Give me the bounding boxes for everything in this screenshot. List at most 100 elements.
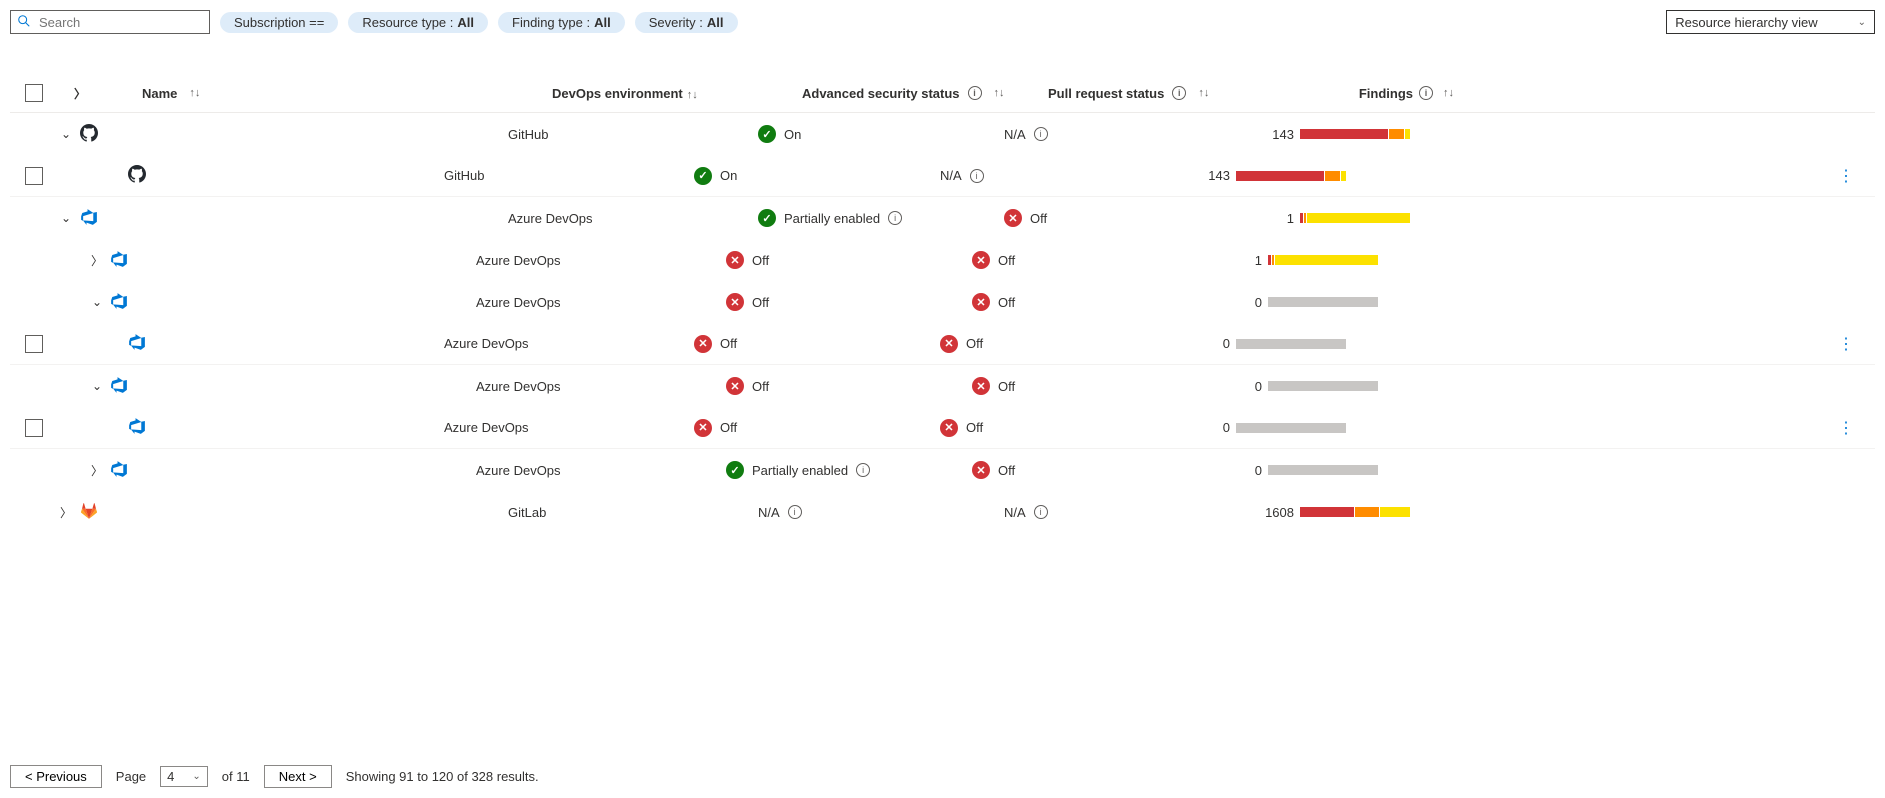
page-select[interactable]: 4 ⌄ [160, 766, 208, 787]
table-row[interactable]: 〉Azure DevOps✓Partially enabledi✕Off0 [10, 449, 1875, 491]
chevron-right-icon[interactable]: 〉 [90, 252, 104, 269]
info-icon[interactable]: i [970, 169, 984, 183]
chevron-down-icon[interactable]: ⌄ [58, 211, 74, 225]
table-row[interactable]: ⌄Azure DevOps✕Off✕Off0 [10, 365, 1875, 407]
table-row[interactable]: 〉Azure DevOps✕Off✕Off1 [10, 239, 1875, 281]
pr-status-cell: ✕Off [972, 461, 1218, 479]
filter-severity[interactable]: Severity : All [635, 12, 738, 33]
info-icon[interactable]: i [1034, 127, 1048, 141]
info-icon[interactable]: i [856, 463, 870, 477]
select-all-checkbox[interactable] [25, 84, 43, 102]
findings-cell: 1 [1250, 211, 1410, 226]
github-icon [128, 165, 146, 186]
info-icon[interactable]: i [1419, 86, 1433, 100]
sort-icon: ↑↓ [994, 87, 1005, 99]
findings-cell: 0 [1186, 336, 1346, 351]
security-status-cell: ✕Off [694, 335, 940, 353]
status-on-icon: ✓ [758, 125, 776, 143]
expand-all-toggle[interactable]: 〉 [72, 85, 88, 102]
info-icon[interactable]: i [888, 211, 902, 225]
column-header-findings[interactable]: Findings i ↑↓ [1294, 86, 1454, 101]
page-of-label: of 11 [222, 769, 250, 784]
env-cell: GitHub [444, 168, 694, 183]
security-status-cell: ✓Partially enabledi [758, 209, 1004, 227]
filter-resource-type[interactable]: Resource type : All [348, 12, 488, 33]
status-on-icon: ✓ [726, 461, 744, 479]
env-cell: Azure DevOps [476, 295, 726, 310]
info-icon[interactable]: i [968, 86, 982, 100]
info-icon[interactable]: i [1172, 86, 1186, 100]
table-row[interactable]: 〉GitLabN/AiN/Ai1608 [10, 491, 1875, 533]
search-input-wrapper[interactable] [10, 10, 210, 34]
showing-label: Showing 91 to 120 of 328 results. [346, 769, 539, 784]
env-cell: GitHub [508, 127, 758, 142]
github-icon [80, 124, 98, 145]
row-checkbox[interactable] [25, 419, 43, 437]
chevron-right-icon[interactable]: 〉 [58, 504, 74, 521]
filter-finding-type[interactable]: Finding type : All [498, 12, 625, 33]
row-checkbox[interactable] [25, 167, 43, 185]
page-label: Page [116, 769, 146, 784]
findings-cell: 143 [1186, 168, 1346, 183]
pr-status-cell: N/Ai [1004, 127, 1250, 142]
findings-bar [1268, 381, 1378, 391]
column-header-pr[interactable]: Pull request status i ↑↓ [1048, 86, 1294, 101]
pr-status-cell: ✕Off [972, 293, 1218, 311]
more-menu-button[interactable]: ⋮ [1838, 166, 1855, 186]
findings-cell: 0 [1218, 295, 1378, 310]
security-status-cell: ✕Off [694, 419, 940, 437]
security-status-cell: ✓Partially enabledi [726, 461, 972, 479]
status-off-icon: ✕ [972, 461, 990, 479]
sort-icon: ↑↓ [189, 87, 200, 99]
table-row[interactable]: ⌄Azure DevOps✕Off✕Off0 [10, 281, 1875, 323]
table-row[interactable]: GitHub✓OnN/Ai143⋮ [10, 155, 1875, 197]
table-row[interactable]: ⌄Azure DevOps✓Partially enabledi✕Off1 [10, 197, 1875, 239]
filter-subscription[interactable]: Subscription == [220, 12, 338, 33]
findings-bar [1300, 213, 1410, 223]
pr-status-cell: N/Ai [940, 168, 1186, 183]
filter-finding-type-value: All [594, 15, 611, 30]
pr-status-cell: ✕Off [972, 251, 1218, 269]
chevron-down-icon[interactable]: ⌄ [58, 127, 74, 141]
chevron-down-icon[interactable]: ⌄ [90, 379, 104, 393]
gitlab-icon [80, 502, 98, 523]
search-icon [17, 14, 31, 31]
findings-bar [1300, 129, 1410, 139]
status-off-icon: ✕ [972, 377, 990, 395]
findings-cell: 143 [1250, 127, 1410, 142]
findings-bar [1236, 423, 1346, 433]
column-header-security[interactable]: Advanced security status i ↑↓ [802, 86, 1048, 101]
env-cell: Azure DevOps [476, 379, 726, 394]
chevron-right-icon[interactable]: 〉 [90, 462, 104, 479]
findings-bar [1236, 171, 1346, 181]
info-icon[interactable]: i [788, 505, 802, 519]
previous-button[interactable]: < Previous [10, 765, 102, 788]
sort-icon: ↑↓ [687, 89, 698, 101]
sort-icon: ↑↓ [1443, 87, 1454, 99]
status-off-icon: ✕ [726, 293, 744, 311]
findings-bar [1268, 255, 1378, 265]
security-status-cell: ✓On [758, 125, 1004, 143]
search-input[interactable] [37, 14, 217, 31]
findings-bar [1268, 297, 1378, 307]
chevron-down-icon[interactable]: ⌄ [90, 295, 104, 309]
column-header-env[interactable]: DevOps environment↑↓ [552, 86, 802, 101]
findings-cell: 1608 [1250, 505, 1410, 520]
more-menu-button[interactable]: ⋮ [1838, 334, 1855, 354]
ado-icon [110, 376, 128, 397]
more-menu-button[interactable]: ⋮ [1838, 418, 1855, 438]
view-dropdown[interactable]: Resource hierarchy view ⌄ [1666, 10, 1875, 34]
filter-severity-value: All [707, 15, 724, 30]
pr-status-cell: ✕Off [972, 377, 1218, 395]
column-header-name[interactable]: Name↑↓ [102, 86, 552, 101]
info-icon[interactable]: i [1034, 505, 1048, 519]
next-button[interactable]: Next > [264, 765, 332, 788]
security-status-cell: ✕Off [726, 377, 972, 395]
table-row[interactable]: Azure DevOps✕Off✕Off0⋮ [10, 407, 1875, 449]
findings-bar [1268, 465, 1378, 475]
table-row[interactable]: ⌄ GitHub✓OnN/Ai143 [10, 113, 1875, 155]
ado-icon [110, 460, 128, 481]
row-checkbox[interactable] [25, 335, 43, 353]
table-row[interactable]: Azure DevOps✕Off✕Off0⋮ [10, 323, 1875, 365]
pr-status-cell: N/Ai [1004, 505, 1250, 520]
